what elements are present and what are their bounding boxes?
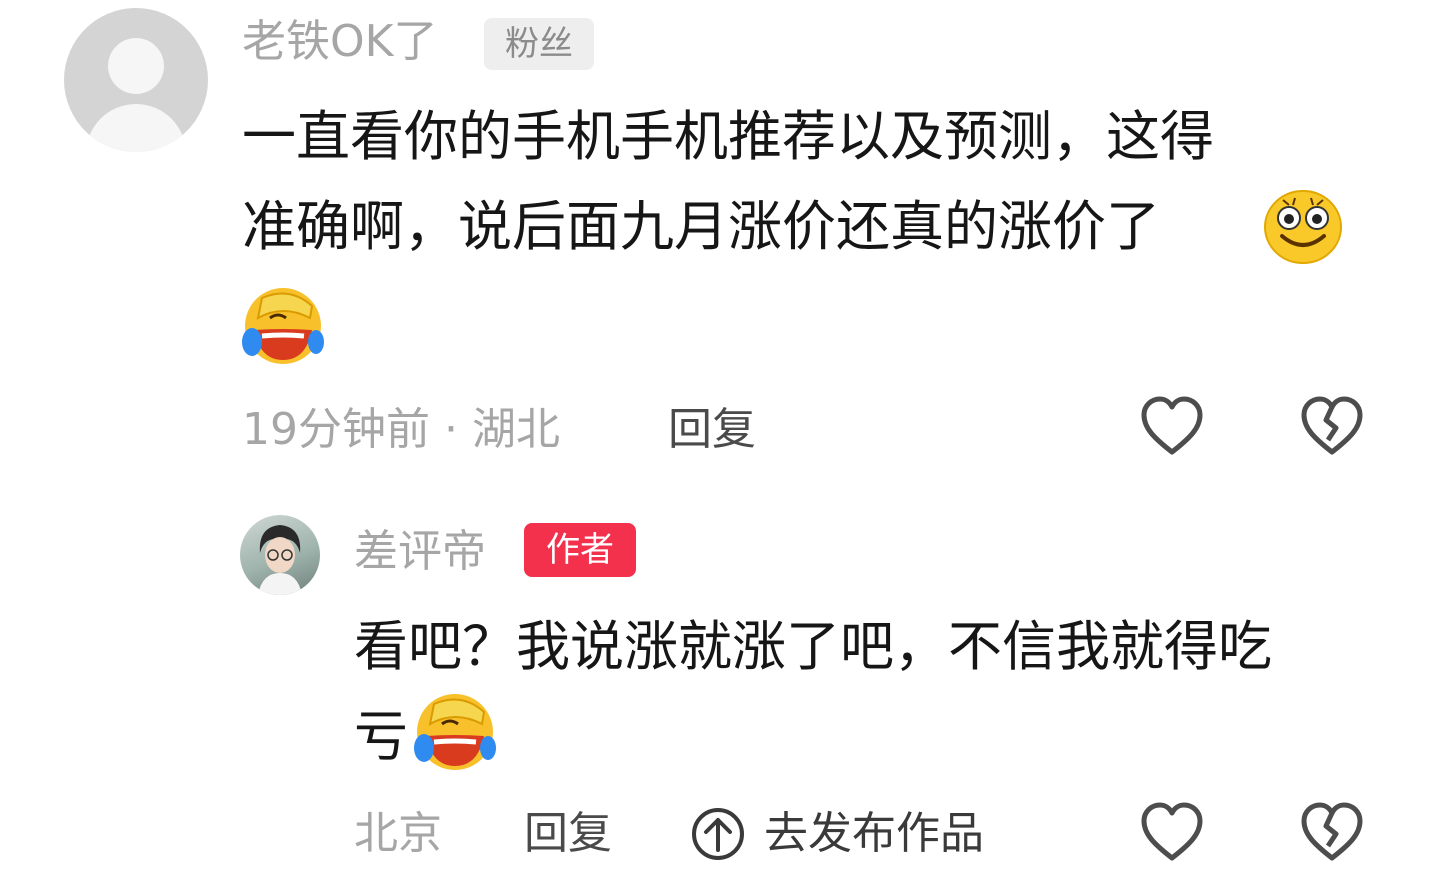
- author-username[interactable]: 差评帝: [354, 530, 486, 574]
- avatar-head-shape: [108, 38, 164, 94]
- author-portrait-icon: [258, 525, 302, 595]
- reply-text-line-1: 看吧？我说涨就涨了吧，不信我就得吃: [354, 615, 1272, 678]
- fan-badge: 粉丝: [484, 18, 594, 70]
- publish-overlay[interactable]: 去发布作品: [630, 800, 1030, 880]
- author-avatar[interactable]: [240, 515, 320, 595]
- comment-text-line-2: 准确啊，说后面九月涨价还真的涨价了: [242, 195, 1160, 258]
- user-avatar[interactable]: [64, 8, 208, 152]
- facepalm-laugh-emoji-icon: [414, 694, 496, 770]
- comment-reply-button[interactable]: 回复: [668, 408, 756, 452]
- comment-username[interactable]: 老铁OK了: [242, 20, 438, 64]
- comment-meta: 19分钟前 · 湖北: [242, 404, 560, 455]
- publish-label[interactable]: 去发布作品: [764, 812, 984, 856]
- dislike-broken-heart-icon[interactable]: [1300, 396, 1364, 456]
- avatar-body-shape: [86, 104, 186, 152]
- reply-text-line-2: 亏: [354, 705, 408, 768]
- reply-location: 北京: [354, 808, 442, 859]
- like-heart-icon[interactable]: [1140, 396, 1204, 456]
- comment-thread: 老铁OK了 粉丝 一直看你的手机手机推荐以及预测，这得 准确啊，说后面九月涨价还…: [0, 0, 1440, 891]
- smile-emoji-icon: [1264, 190, 1342, 264]
- reply-reply-button[interactable]: 回复: [524, 812, 612, 856]
- comment-text-line-1: 一直看你的手机手机推荐以及预测，这得: [242, 105, 1214, 168]
- upload-arrow-icon: [692, 808, 744, 860]
- facepalm-laugh-emoji-icon: [242, 288, 324, 364]
- author-badge: 作者: [524, 523, 636, 577]
- dislike-broken-heart-icon[interactable]: [1300, 802, 1364, 862]
- like-heart-icon[interactable]: [1140, 802, 1204, 862]
